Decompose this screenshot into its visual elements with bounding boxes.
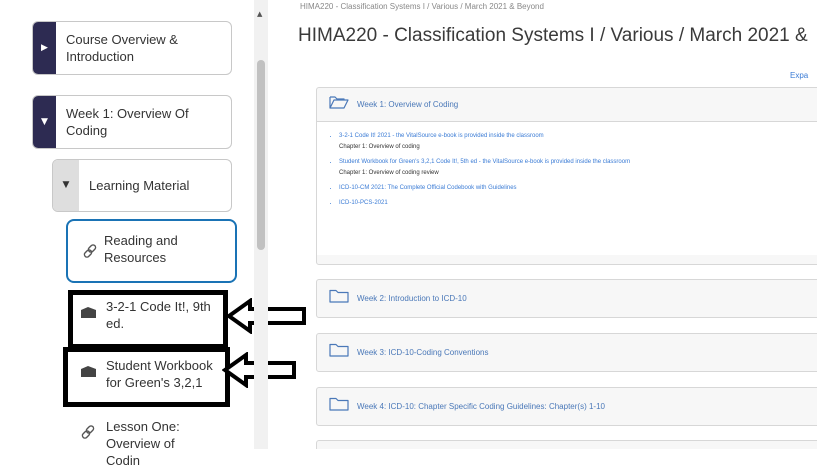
- resource-description: Chapter 1: Overview of coding review: [339, 170, 439, 176]
- nav-label: Reading and Resources: [104, 233, 178, 265]
- week-header[interactable]: Week 3: ICD-10-Coding Conventions: [317, 334, 817, 371]
- week-title: Week 3: ICD-10-Coding Conventions: [357, 348, 489, 357]
- caret-down-icon: ▼: [41, 116, 48, 127]
- scroll-thumb[interactable]: [257, 60, 265, 250]
- week-title: Week 1: Overview of Coding: [357, 100, 459, 109]
- folder-icon: [329, 289, 349, 308]
- nav-course-overview[interactable]: ▶ Course Overview & Introduction: [32, 21, 232, 75]
- week-title: Week 4: ICD-10: Chapter Specific Coding …: [357, 402, 605, 411]
- nav-week1[interactable]: ▼ Week 1: Overview Of Coding: [32, 95, 232, 149]
- expand-toggle[interactable]: ▶: [33, 22, 56, 74]
- list-item: Student Workbook for Green's 3,2,1 Code …: [339, 158, 817, 178]
- week-content-list: 3-2-1 Code It! 2021 - the VitalSource e-…: [317, 122, 817, 255]
- week-panel-week4[interactable]: Week 4: ICD-10: Chapter Specific Coding …: [316, 387, 817, 426]
- nav-label: Learning Material: [89, 178, 190, 193]
- list-item: ICD-10-PCS-2021: [339, 199, 817, 208]
- nav-item-lesson-one[interactable]: Lesson One: Overview of Codin: [80, 418, 222, 468]
- expand-all-link[interactable]: Expa: [790, 71, 808, 80]
- nav-reading-resources[interactable]: Reading and Resources: [66, 219, 237, 283]
- week-panel-week3[interactable]: Week 3: ICD-10-Coding Conventions: [316, 333, 817, 372]
- folder-icon: [329, 397, 349, 416]
- week-title: Week 2: Introduction to ICD-10: [357, 294, 467, 303]
- resource-link[interactable]: Student Workbook for Green's 3,2,1 Code …: [339, 159, 630, 165]
- open-folder-icon: [329, 95, 349, 114]
- resource-link[interactable]: ICD-10-PCS-2021: [339, 200, 388, 206]
- nav-learning-material[interactable]: ▼ Learning Material: [52, 159, 232, 212]
- course-navigation: ▶ Course Overview & Introduction ▼ Week …: [0, 0, 306, 468]
- breadcrumb[interactable]: HIMA220 - Classification Systems I / Var…: [300, 2, 544, 11]
- resource-description: Chapter 1: Overview of coding: [339, 144, 420, 150]
- resource-link[interactable]: 3-2-1 Code It! 2021 - the VitalSource e-…: [339, 133, 544, 139]
- caret-right-icon: ▶: [41, 42, 48, 53]
- link-icon: [82, 243, 98, 259]
- week-header[interactable]: Week 4: ICD-10: Chapter Specific Coding …: [317, 388, 817, 425]
- collapse-toggle[interactable]: ▼: [33, 96, 56, 148]
- link-icon: [80, 418, 106, 445]
- folder-icon: [329, 343, 349, 362]
- week-header[interactable]: Week 1: Overview of Coding: [317, 88, 817, 122]
- list-item: 3-2-1 Code It! 2021 - the VitalSource e-…: [339, 132, 817, 152]
- resource-link[interactable]: ICD-10-CM 2021: The Complete Official Co…: [339, 185, 517, 191]
- nav-label: Week 1: Overview Of Coding: [66, 106, 189, 138]
- nav-scrollbar[interactable]: ▲: [254, 0, 268, 449]
- annotation-box: [68, 290, 228, 349]
- scroll-up-icon[interactable]: ▲: [257, 10, 262, 18]
- week-panel-week2[interactable]: Week 2: Introduction to ICD-10: [316, 279, 817, 318]
- list-item: ICD-10-CM 2021: The Complete Official Co…: [339, 184, 817, 193]
- week-panel-week1: Week 1: Overview of Coding 3-2-1 Code It…: [316, 87, 817, 265]
- nav-label: Course Overview & Introduction: [66, 32, 178, 64]
- week-panel-partial[interactable]: [316, 440, 817, 449]
- collapse-toggle[interactable]: ▼: [53, 160, 79, 211]
- caret-down-icon: ▼: [62, 180, 70, 190]
- main-content: HIMA220 - Classification Systems I / Var…: [280, 0, 817, 449]
- page-title: HIMA220 - Classification Systems I / Var…: [298, 25, 808, 46]
- week-header[interactable]: Week 2: Introduction to ICD-10: [317, 280, 817, 317]
- nav-item-label: Lesson One: Overview of Codin: [106, 419, 180, 468]
- annotation-box: [63, 347, 230, 407]
